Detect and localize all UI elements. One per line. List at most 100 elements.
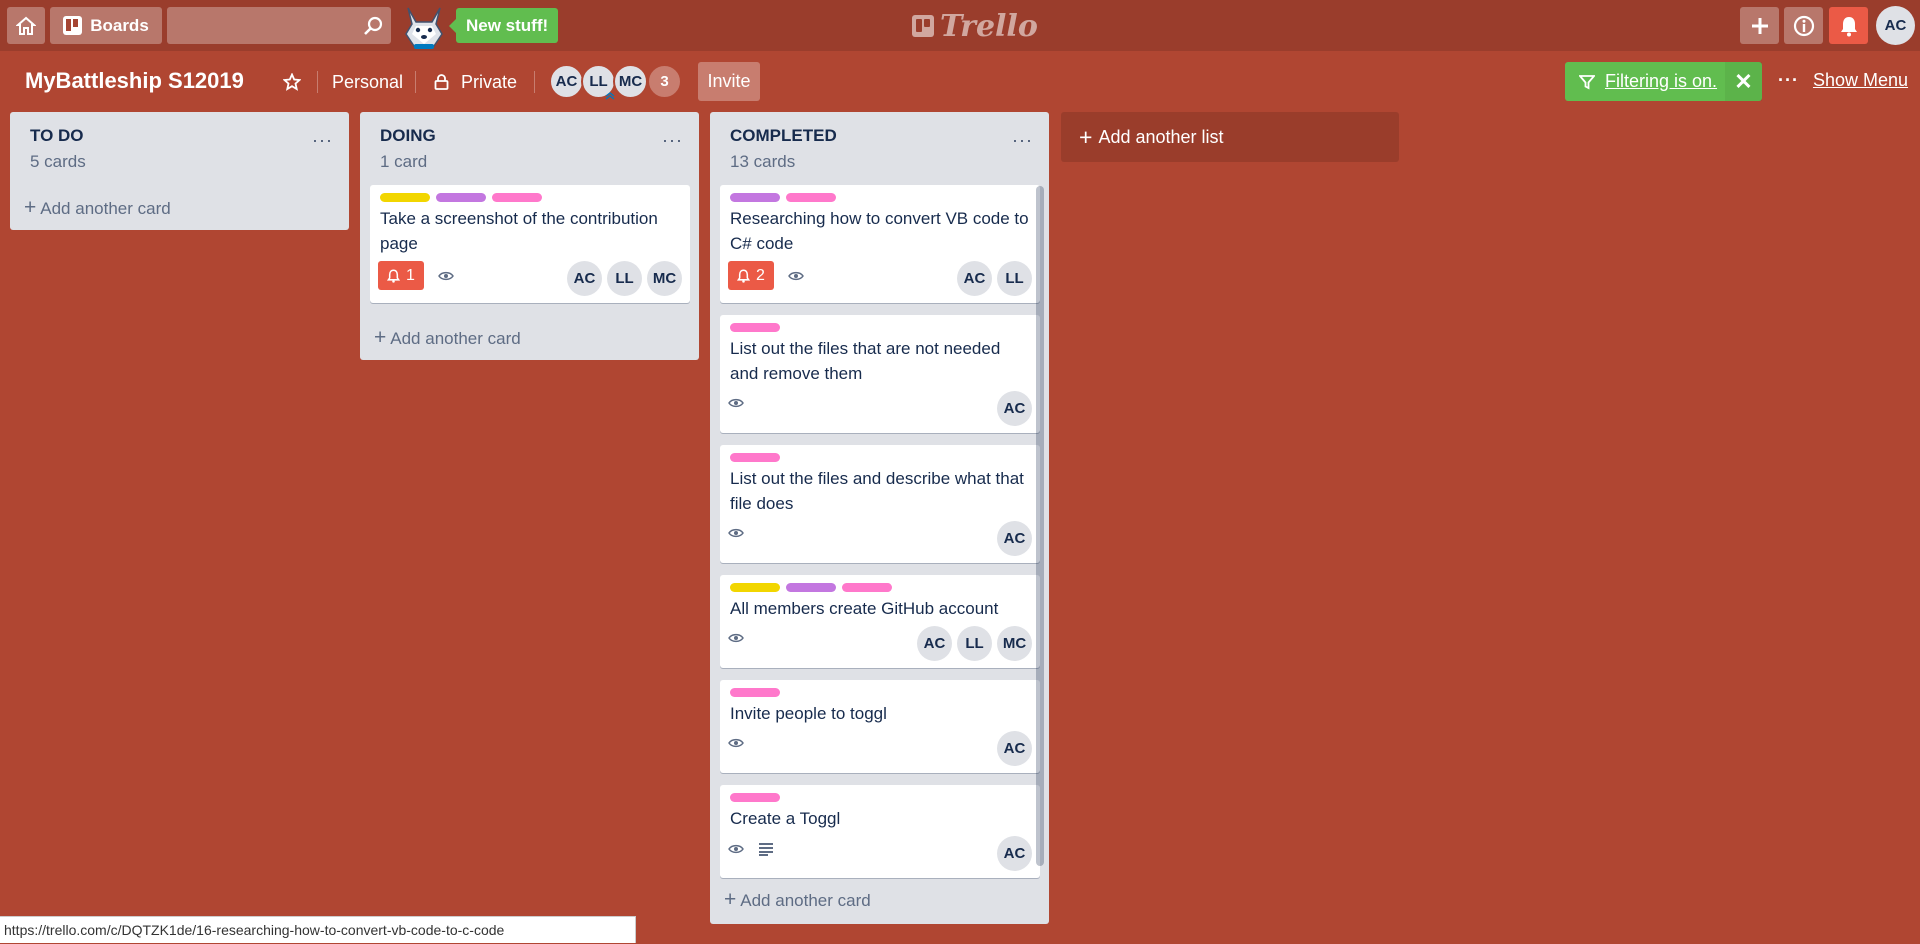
user-avatar[interactable]: AC xyxy=(1876,6,1915,45)
taco-mascot-icon[interactable] xyxy=(402,4,446,50)
member-avatar[interactable]: AC xyxy=(997,521,1032,556)
member-avatar[interactable]: AC xyxy=(567,261,602,296)
board-member-avatar[interactable]: AC xyxy=(549,64,584,99)
card[interactable]: List out the files that are not needed a… xyxy=(720,315,1040,433)
plus-icon: + xyxy=(724,888,737,911)
card-title: Invite people to toggl xyxy=(730,704,887,723)
watch-eye-icon xyxy=(728,844,744,854)
member-avatar[interactable]: AC xyxy=(917,626,952,661)
label-yellow xyxy=(380,193,430,202)
add-card-label: Add another card xyxy=(40,199,171,218)
list-menu-icon[interactable]: ··· xyxy=(662,130,683,151)
create-button[interactable] xyxy=(1740,7,1779,44)
card-badges xyxy=(728,737,744,749)
card-badges: 2 xyxy=(728,261,804,290)
card-members: AC xyxy=(997,391,1032,426)
member-avatar[interactable]: MC xyxy=(997,626,1032,661)
plus-icon xyxy=(1751,17,1768,34)
list-title[interactable]: TO DO xyxy=(30,126,84,146)
card[interactable]: Create a Toggl AC xyxy=(720,785,1040,878)
label-pink xyxy=(730,793,780,802)
card-labels xyxy=(730,193,836,202)
card-title: Take a screenshot of the contribution pa… xyxy=(380,209,658,253)
list-card-count: 13 cards xyxy=(730,152,796,171)
board-title[interactable]: MyBattleship S12019 xyxy=(25,68,244,94)
member-avatar[interactable]: AC xyxy=(997,391,1032,426)
card-labels xyxy=(380,193,542,202)
label-pink xyxy=(492,193,542,202)
member-avatar[interactable]: AC xyxy=(997,731,1032,766)
label-pink xyxy=(842,583,892,592)
info-button[interactable] xyxy=(1784,7,1823,44)
watch-eye-icon xyxy=(788,271,804,280)
bell-icon xyxy=(1840,16,1857,36)
filter-label[interactable]: Filtering is on. xyxy=(1605,71,1717,92)
add-list-label: Add another list xyxy=(1098,126,1224,147)
list-completed: COMPLETED 13 cards ··· Researching how t… xyxy=(710,112,1049,924)
card[interactable]: All members create GitHub account AC LL … xyxy=(720,575,1040,668)
watch-eye-icon xyxy=(728,633,744,643)
card-labels xyxy=(730,323,780,332)
list-title[interactable]: COMPLETED xyxy=(730,126,837,146)
label-pink xyxy=(730,453,780,462)
notifications-button[interactable] xyxy=(1829,7,1868,44)
trello-logo[interactable]: Trello xyxy=(912,8,1038,44)
list-menu-icon[interactable]: ··· xyxy=(1012,130,1033,151)
team-button[interactable]: Personal xyxy=(332,72,403,93)
member-avatar[interactable]: LL xyxy=(997,261,1032,296)
visibility-button[interactable]: Private xyxy=(461,72,517,93)
more-members-badge[interactable]: 3 xyxy=(647,64,682,99)
add-list-button[interactable]: + Add another list xyxy=(1061,112,1399,162)
card-badges xyxy=(728,632,744,644)
new-stuff-badge[interactable]: New stuff! xyxy=(448,8,559,43)
watch-eye-icon xyxy=(728,738,744,748)
card-labels xyxy=(730,583,892,592)
clear-filter-button[interactable]: ✕ xyxy=(1725,62,1762,101)
add-card-label: Add another card xyxy=(740,891,871,910)
label-purple xyxy=(730,193,780,202)
star-icon[interactable] xyxy=(283,73,301,91)
search-input[interactable] xyxy=(167,7,391,44)
card-members: AC LL MC xyxy=(917,626,1032,661)
trello-logo-text: Trello xyxy=(940,8,1038,44)
member-avatar[interactable]: AC xyxy=(997,836,1032,871)
boards-button[interactable]: Boards xyxy=(50,7,162,44)
show-menu-button[interactable]: ··· Show Menu xyxy=(1778,70,1908,91)
list-title[interactable]: DOING xyxy=(380,126,436,146)
card[interactable]: Invite people to toggl AC xyxy=(720,680,1040,773)
header-divider xyxy=(415,71,416,93)
due-badge[interactable]: 1 xyxy=(378,261,424,290)
add-card-button[interactable]: + Add another card xyxy=(374,326,521,350)
bell-icon xyxy=(387,269,400,283)
member-avatar[interactable]: LL xyxy=(957,626,992,661)
card-members: AC xyxy=(997,836,1032,871)
card[interactable]: List out the files and describe what tha… xyxy=(720,445,1040,563)
board-member-avatar[interactable]: MC xyxy=(613,64,648,99)
list-menu-icon[interactable]: ··· xyxy=(312,130,333,151)
invite-button[interactable]: Invite xyxy=(698,62,760,101)
member-avatar[interactable]: AC xyxy=(957,261,992,296)
card-title: Researching how to convert VB code to C#… xyxy=(730,209,1029,253)
member-avatar[interactable]: LL xyxy=(607,261,642,296)
filter-icon xyxy=(1579,74,1595,89)
card-members: AC xyxy=(997,731,1032,766)
list-scrollbar-thumb[interactable] xyxy=(1036,186,1044,866)
bell-icon xyxy=(737,269,750,283)
header-divider xyxy=(534,71,535,93)
card-members: AC LL MC xyxy=(567,261,682,296)
filter-status-button[interactable]: Filtering is on. ✕ xyxy=(1565,62,1762,101)
admin-chevron-icon xyxy=(605,92,615,100)
watch-eye-icon xyxy=(728,398,744,408)
card[interactable]: Take a screenshot of the contribution pa… xyxy=(370,185,690,303)
add-card-button[interactable]: + Add another card xyxy=(24,196,171,220)
card-title: List out the files and describe what tha… xyxy=(730,469,1024,513)
card-labels xyxy=(730,688,780,697)
plus-icon: + xyxy=(1079,123,1093,150)
card[interactable]: Researching how to convert VB code to C#… xyxy=(720,185,1040,303)
add-card-button[interactable]: + Add another card xyxy=(724,888,871,912)
due-badge[interactable]: 2 xyxy=(728,261,774,290)
home-button[interactable] xyxy=(7,7,45,44)
lock-icon xyxy=(434,74,449,90)
member-avatar[interactable]: MC xyxy=(647,261,682,296)
card-badges: 1 xyxy=(378,261,454,290)
